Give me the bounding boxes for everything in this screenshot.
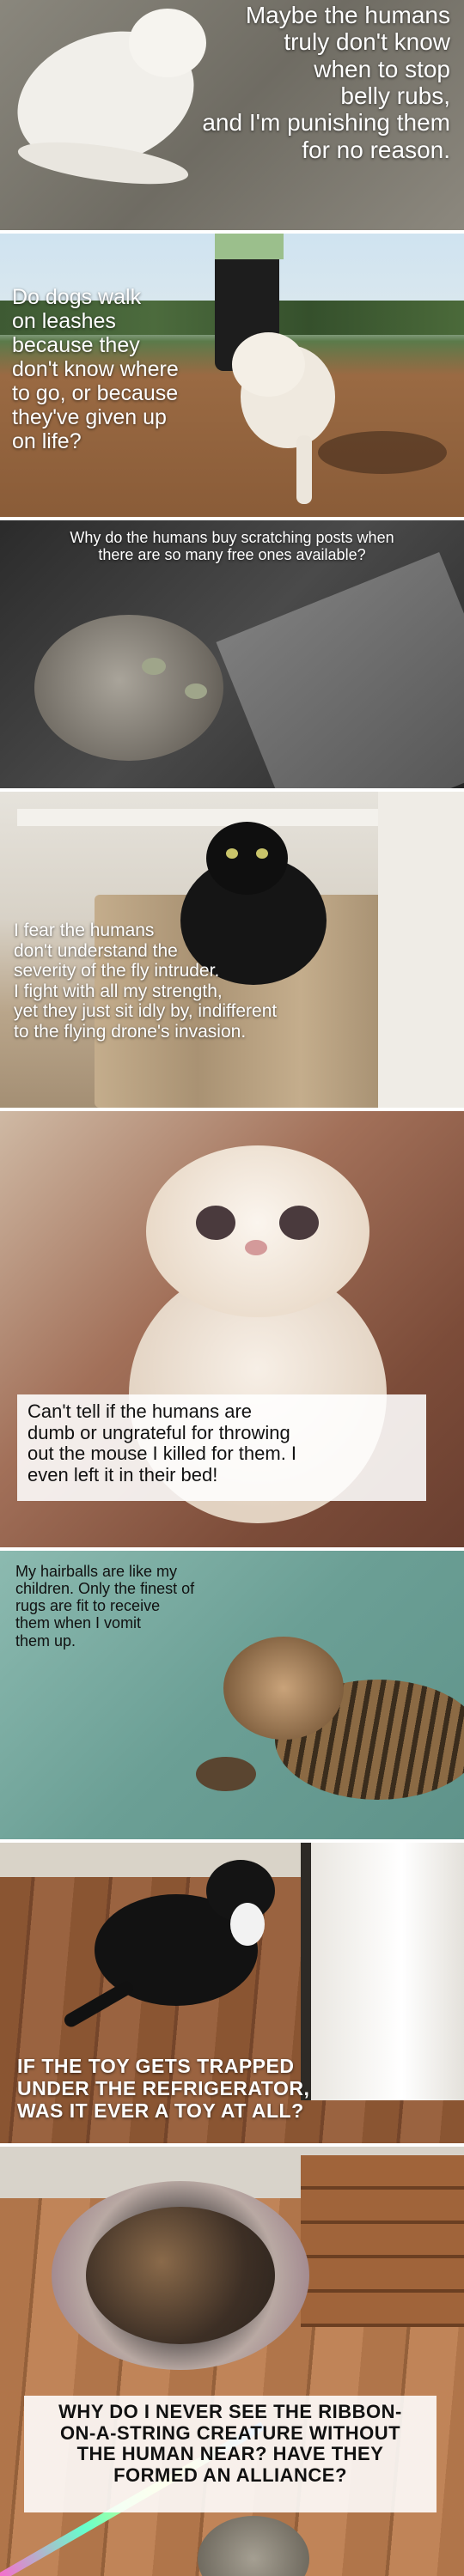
tuxedo-cat-chest: [230, 1903, 265, 1946]
caption-line: Do dogs walk: [12, 285, 142, 309]
caption-line: they've given up: [12, 405, 167, 429]
dog-leg: [296, 435, 312, 504]
meme-panel-5: Can't tell if the humans are dumb or ung…: [0, 1111, 464, 1547]
meme-panel-7: IF THE TOY GETS TRAPPED UNDER THE REFRIG…: [0, 1843, 464, 2143]
kitten-eye: [279, 1206, 319, 1240]
caption-line: don't understand the: [14, 940, 178, 961]
caption-panel-2: Do dogs walk on leashes because they don…: [12, 285, 244, 453]
caption-line: ON-A-STRING CREATURE WITHOUT: [59, 2421, 401, 2444]
caption-panel-8: WHY DO I NEVER SEE THE RIBBON- ON-A-STRI…: [24, 2401, 437, 2487]
walker-shirt: [215, 234, 284, 259]
caption-line: them when I vomit: [15, 1614, 142, 1632]
caption-line: WAS IT EVER A TOY AT ALL?: [17, 2099, 304, 2122]
caption-line: yet they just sit idly by, indifferent: [14, 1001, 278, 1022]
black-cat-eye: [226, 848, 238, 859]
meme-panel-2: Do dogs walk on leashes because they don…: [0, 234, 464, 517]
caption-line: dumb or ungrateful for throwing: [27, 1421, 290, 1443]
caption-panel-4: I fear the humans don't understand the s…: [14, 920, 392, 1042]
caption-line: and I'm punishing them: [202, 109, 450, 137]
black-cat-head: [206, 822, 288, 895]
tabby-cat-eye: [185, 683, 207, 699]
caption-line: severity of the fly intruder.: [14, 961, 220, 981]
caption-line: on life?: [12, 429, 82, 453]
caption-line: belly rubs,: [340, 82, 450, 110]
meme-panel-4: I fear the humans don't understand the s…: [0, 792, 464, 1108]
caption-line: on leashes: [12, 309, 116, 333]
caption-line: when to stop: [314, 55, 450, 82]
caption-line: IF THE TOY GETS TRAPPED: [17, 2055, 295, 2077]
caption-line: Maybe the humans: [245, 2, 450, 28]
tabby-cat-eye: [142, 658, 166, 675]
caption-line: Can't tell if the humans are: [27, 1400, 253, 1422]
kitten-nose: [245, 1240, 267, 1255]
caption-panel-3: Why do the humans buy scratching posts w…: [0, 529, 464, 563]
meme-panel-6: My hairballs are like my children. Only …: [0, 1551, 464, 1839]
caption-panel-7: IF THE TOY GETS TRAPPED UNDER THE REFRIG…: [17, 2055, 447, 2122]
caption-line: them up.: [15, 1631, 76, 1649]
caption-line: THE HUMAN NEAR? HAVE THEY: [76, 2443, 384, 2465]
caption-line: because they: [12, 333, 140, 357]
caption-line: to go, or because: [12, 381, 179, 405]
caption-line: I fear the humans: [14, 920, 155, 940]
black-cat-eye: [256, 848, 268, 859]
caption-panel-5: Can't tell if the humans are dumb or ung…: [27, 1400, 423, 1486]
kitten-head: [146, 1145, 369, 1317]
caption-line: Why do the humans buy scratching posts w…: [70, 529, 394, 546]
caption-line: for no reason.: [302, 136, 450, 163]
meme-panel-1: Maybe the humans truly don't know when t…: [0, 0, 464, 230]
caption-line: I fight with all my strength,: [14, 981, 223, 1001]
caption-line: there are so many free ones available?: [98, 546, 366, 564]
caption-line: even left it in their bed!: [27, 1463, 218, 1485]
kitten-eye: [196, 1206, 235, 1240]
caption-line: don't know where: [12, 357, 179, 381]
caption-line: out the mouse I killed for them. I: [27, 1443, 297, 1465]
caption-line: children. Only the finest of: [15, 1580, 195, 1598]
dog-shadow: [318, 431, 447, 474]
caption-panel-6: My hairballs are like my children. Only …: [15, 1563, 290, 1649]
caption-line: UNDER THE REFRIGERATOR,: [17, 2076, 310, 2099]
caption-line: WHY DO I NEVER SEE THE RIBBON-: [58, 2401, 402, 2422]
meme-panel-8: WHY DO I NEVER SEE THE RIBBON- ON-A-STRI…: [0, 2147, 464, 2576]
caption-panel-1: Maybe the humans truly don't know when t…: [167, 2, 450, 163]
tabby-cat-paw: [196, 1757, 256, 1791]
caption-line: FORMED AN ALLIANCE?: [113, 2464, 347, 2486]
tabby-cat-head: [223, 1637, 344, 1740]
calico-cat: [86, 2207, 275, 2344]
caption-line: truly don't know: [284, 28, 450, 56]
meme-panel-3: Why do the humans buy scratching posts w…: [0, 520, 464, 788]
window-frame: [17, 809, 378, 826]
caption-line: My hairballs are like my: [15, 1563, 178, 1580]
caption-line: to the flying drone's invasion.: [14, 1021, 247, 1042]
dresser: [301, 2155, 464, 2327]
caption-line: rugs are fit to receive: [15, 1597, 161, 1615]
